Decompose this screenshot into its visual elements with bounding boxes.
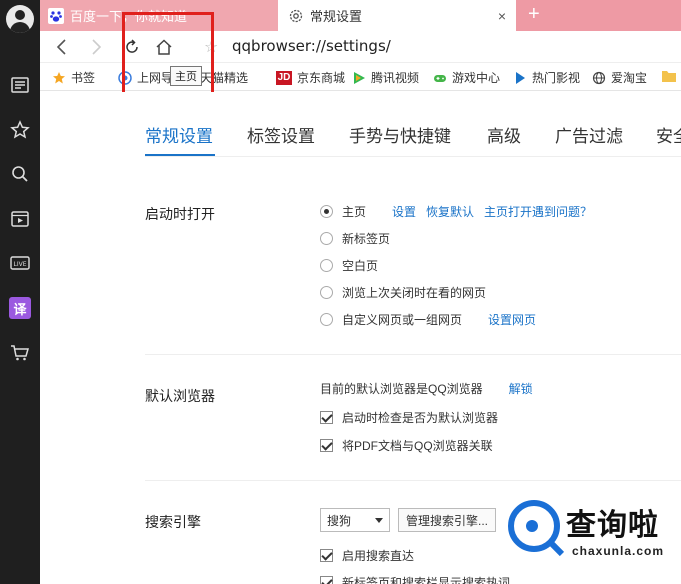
live-icon[interactable]: LIVE bbox=[9, 252, 31, 274]
tabs-divider bbox=[145, 156, 681, 157]
startup-option-custom[interactable]: 自定义网页或一组网页 设置网页 bbox=[320, 311, 536, 328]
left-sidebar: LIVE 译 bbox=[0, 0, 40, 584]
favorites-star-icon[interactable] bbox=[9, 119, 31, 141]
enable-search-direct[interactable]: 启用搜索直达 bbox=[320, 547, 414, 564]
tab-title: 常规设置 bbox=[310, 9, 363, 24]
checkbox[interactable] bbox=[320, 411, 333, 424]
jd-icon: JD bbox=[276, 70, 292, 85]
svg-text:LIVE: LIVE bbox=[13, 261, 26, 268]
search-engine-section-title: 搜索引擎 bbox=[145, 514, 201, 530]
video-icon[interactable] bbox=[9, 208, 31, 230]
home-tooltip: 主页 bbox=[170, 66, 202, 86]
back-icon[interactable] bbox=[52, 37, 72, 57]
bookmark-item[interactable]: 书签 bbox=[52, 69, 95, 86]
cart-icon[interactable] bbox=[9, 342, 31, 364]
default-browser-section-title: 默认浏览器 bbox=[145, 388, 215, 404]
play-icon bbox=[513, 71, 527, 85]
bookmark-item[interactable]: 游戏中心 bbox=[433, 69, 500, 86]
close-tab-icon[interactable]: × bbox=[498, 8, 506, 24]
folder-icon[interactable] bbox=[661, 69, 677, 83]
section-divider bbox=[145, 480, 681, 481]
url-field[interactable]: qqbrowser://settings/ bbox=[232, 37, 391, 55]
startup-option-newtab[interactable]: 新标签页 bbox=[320, 230, 390, 247]
radio-button[interactable] bbox=[320, 259, 333, 272]
homepage-settings-link[interactable]: 设置 bbox=[392, 203, 416, 220]
radio-button[interactable] bbox=[320, 232, 333, 245]
tab-tab-settings[interactable]: 标签设置 bbox=[247, 122, 315, 147]
newtab-hot-words[interactable]: 新标签页和搜索栏显示搜索热词 bbox=[320, 574, 510, 584]
section-divider bbox=[145, 354, 681, 355]
tencent-video-icon bbox=[352, 71, 366, 85]
translate-icon[interactable]: 译 bbox=[9, 297, 31, 319]
gear-icon bbox=[288, 8, 304, 24]
bookmark-item[interactable]: 热门影视 bbox=[513, 69, 580, 86]
tab-gestures-shortcuts[interactable]: 手势与快捷键 bbox=[349, 122, 451, 147]
tab-general-settings[interactable]: 常规设置 bbox=[145, 122, 213, 147]
radio-button[interactable] bbox=[320, 286, 333, 299]
checkbox[interactable] bbox=[320, 576, 333, 584]
active-tab-indicator bbox=[145, 154, 215, 156]
homepage-problem-link[interactable]: 主页打开遇到问题？ bbox=[484, 203, 592, 220]
checkbox[interactable] bbox=[320, 549, 333, 562]
set-pages-link[interactable]: 设置网页 bbox=[488, 311, 536, 328]
watermark-text: 查询啦 bbox=[566, 509, 659, 542]
startup-option-blank[interactable]: 空白页 bbox=[320, 257, 378, 274]
search-icon[interactable] bbox=[9, 163, 31, 185]
manage-search-engines-button[interactable]: 管理搜索引擎... bbox=[398, 508, 496, 532]
startup-option-last-session[interactable]: 浏览上次关闭时在看的网页 bbox=[320, 284, 486, 301]
bookmark-item[interactable]: 腾讯视频 bbox=[352, 69, 419, 86]
search-engine-select[interactable]: 搜狗 bbox=[320, 508, 390, 532]
new-tab-button[interactable]: + bbox=[528, 3, 540, 26]
tab-advanced[interactable]: 高级 bbox=[487, 122, 521, 147]
restore-default-link[interactable]: 恢复默认 bbox=[426, 203, 474, 220]
check-default-on-start[interactable]: 启动时检查是否为默认浏览器 bbox=[320, 409, 498, 426]
tab-settings[interactable]: 常规设置 × bbox=[278, 0, 516, 31]
star-icon bbox=[52, 71, 66, 85]
chevron-down-icon bbox=[375, 518, 383, 523]
bookmark-item[interactable]: JD 京东商城 bbox=[276, 69, 345, 86]
checkbox[interactable] bbox=[320, 439, 333, 452]
startup-section-title: 启动时打开 bbox=[145, 206, 215, 222]
news-icon[interactable] bbox=[9, 74, 31, 96]
pdf-association[interactable]: 将PDF文档与QQ浏览器关联 bbox=[320, 437, 493, 454]
watermark-logo: 查询啦 chaxunla.com bbox=[500, 496, 681, 584]
radio-button[interactable] bbox=[320, 205, 333, 218]
forward-icon[interactable] bbox=[86, 37, 106, 57]
globe-icon bbox=[592, 71, 606, 85]
gamepad-icon bbox=[433, 71, 447, 85]
tab-ad-filter[interactable]: 广告过滤 bbox=[555, 122, 623, 147]
default-browser-status: 目前的默认浏览器是QQ浏览器 解锁 bbox=[320, 380, 533, 397]
radio-button[interactable] bbox=[320, 313, 333, 326]
startup-option-homepage[interactable]: 主页 设置 恢复默认 主页打开遇到问题？ bbox=[320, 203, 592, 220]
tab-security[interactable]: 安全 bbox=[656, 122, 681, 147]
bookmark-item[interactable]: 爱淘宝 bbox=[592, 69, 647, 86]
baidu-paw-icon bbox=[48, 7, 64, 24]
watermark-url: chaxunla.com bbox=[572, 544, 665, 558]
unlock-link[interactable]: 解锁 bbox=[509, 380, 533, 397]
user-avatar[interactable] bbox=[6, 5, 34, 33]
